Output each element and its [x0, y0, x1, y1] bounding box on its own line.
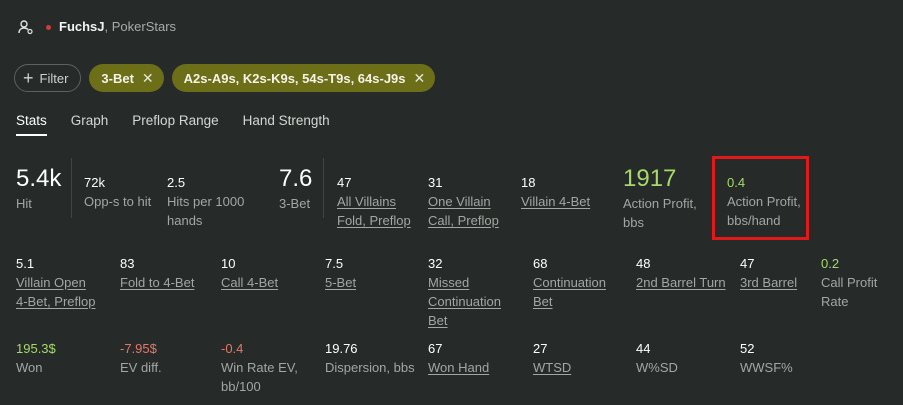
stat-value: 47: [740, 256, 755, 271]
stat-fold-to-4bet[interactable]: 83 Fold to 4-Bet: [120, 254, 210, 292]
divider: [71, 158, 72, 218]
stat-label[interactable]: Won Hand: [428, 358, 518, 377]
stat-wsd: 44 W%SD: [636, 339, 726, 377]
stat-label: Hit: [16, 196, 32, 211]
close-icon[interactable]: ✕: [414, 70, 426, 87]
tab-bar: Stats Graph Preflop Range Hand Strength: [16, 113, 330, 136]
stat-dispersion: 19.76 Dispersion, bbs: [325, 339, 415, 377]
stat-value: 10: [221, 256, 236, 271]
stat-value: 19.76: [325, 341, 358, 356]
stat-label[interactable]: Villain 4-Bet: [521, 192, 611, 211]
stat-missed-cbet[interactable]: 32 Missed Continuation Bet: [428, 254, 512, 330]
stat-value: 0.2: [821, 256, 840, 271]
stat-one-villain-call[interactable]: 31 One Villain Call, Preflop: [428, 173, 508, 230]
stat-value: 47: [337, 175, 352, 190]
stat-value: 83: [120, 256, 135, 271]
stat-label[interactable]: WTSD: [533, 358, 623, 377]
stat-label[interactable]: 3rd Barrel: [740, 273, 830, 292]
stat-value: 52: [740, 341, 755, 356]
stat-label[interactable]: Villain Open 4-Bet, Preflop: [16, 273, 96, 311]
stat-3bet: 7.6 3-Bet: [279, 164, 319, 213]
stat-label: Opp-s to hit: [84, 194, 152, 209]
tab-preflop-range[interactable]: Preflop Range: [132, 113, 218, 136]
stat-value: 32: [428, 256, 443, 271]
stat-2nd-barrel[interactable]: 48 2nd Barrel Turn: [636, 254, 726, 292]
stat-label[interactable]: All Villains Fold, Preflop: [337, 192, 421, 230]
chip-label: A2s-A9s, K2s-K9s, 54s-T9s, 64s-J9s: [183, 70, 406, 86]
stat-won-hand[interactable]: 67 Won Hand: [428, 339, 518, 377]
stat-action-profit: 1917 Action Profit, bbs: [623, 164, 705, 232]
highlight-box: [712, 156, 809, 240]
stat-5bet[interactable]: 7.5 5-Bet: [325, 254, 415, 292]
stat-ev-diff: -7.95$ EV diff.: [120, 339, 210, 377]
stat-label: Win Rate EV, bb/100: [221, 360, 298, 394]
divider: [323, 158, 324, 218]
stat-label[interactable]: 5-Bet: [325, 273, 415, 292]
stat-value: 2.5: [167, 175, 186, 190]
stat-all-villains-fold[interactable]: 47 All Villains Fold, Preflop: [337, 173, 421, 230]
user-settings-icon[interactable]: [18, 19, 34, 35]
stat-label: Call Profit Rate: [821, 275, 878, 309]
stat-value: 5.4k: [16, 165, 62, 192]
stat-call-4bet[interactable]: 10 Call 4-Bet: [221, 254, 311, 292]
stat-call-profit-rate: 0.2 Call Profit Rate: [821, 254, 901, 311]
stat-label: Action Profit, bbs: [623, 196, 697, 230]
tab-hand-strength[interactable]: Hand Strength: [243, 113, 330, 136]
stat-value: 1917: [623, 165, 677, 192]
add-filter-button[interactable]: + Filter: [14, 64, 82, 92]
stat-villain-4bet[interactable]: 18 Villain 4-Bet: [521, 173, 611, 211]
stat-value: 68: [533, 256, 548, 271]
stat-value: 72k: [84, 175, 105, 190]
stat-value: 5.1: [16, 256, 35, 271]
stat-value: 7.6: [279, 165, 313, 192]
stat-value: 18: [521, 175, 536, 190]
stat-villain-open-4bet[interactable]: 5.1 Villain Open 4-Bet, Preflop: [16, 254, 96, 311]
chip-label: 3-Bet: [101, 70, 134, 86]
filter-chip-range[interactable]: A2s-A9s, K2s-K9s, 54s-T9s, 64s-J9s ✕: [171, 64, 436, 92]
stat-value: 48: [636, 256, 651, 271]
stat-value: 27: [533, 341, 548, 356]
stat-label: 3-Bet: [279, 196, 311, 211]
tab-graph[interactable]: Graph: [71, 113, 109, 136]
stat-label: EV diff.: [120, 360, 162, 375]
stat-label: Dispersion, bbs: [325, 360, 415, 375]
stat-label[interactable]: 2nd Barrel Turn: [636, 273, 726, 292]
stat-label[interactable]: Continuation Bet: [533, 273, 623, 311]
stat-label: WWSF%: [740, 360, 793, 375]
stat-label: W%SD: [636, 360, 678, 375]
stat-label: Won: [16, 360, 43, 375]
stat-value: 31: [428, 175, 443, 190]
stat-value: -7.95$: [120, 341, 157, 356]
player-label[interactable]: FuchsJ, PokerStars: [59, 18, 176, 36]
stat-value: 67: [428, 341, 443, 356]
header: FuchsJ, PokerStars: [18, 16, 176, 38]
stat-won: 195.3$ Won: [16, 339, 106, 377]
stat-hit: 5.4k Hit: [16, 164, 68, 213]
plus-icon: +: [23, 68, 34, 88]
player-site: , PokerStars: [104, 19, 177, 34]
stat-win-rate-ev: -0.4 Win Rate EV, bb/100: [221, 339, 313, 396]
stat-value: 195.3$: [16, 341, 56, 356]
stat-label[interactable]: Call 4-Bet: [221, 273, 311, 292]
stat-wwsf: 52 WWSF%: [740, 339, 830, 377]
stat-3rd-barrel[interactable]: 47 3rd Barrel: [740, 254, 830, 292]
stat-opportunities: 72k Opp-s to hit: [84, 173, 164, 211]
stat-label[interactable]: Missed Continuation Bet: [428, 273, 512, 330]
stat-wtsd[interactable]: 27 WTSD: [533, 339, 623, 377]
stat-hits-per-1000: 2.5 Hits per 1000 hands: [167, 173, 259, 230]
status-dot: [46, 24, 51, 30]
player-name: FuchsJ: [59, 19, 105, 34]
stat-label: Hits per 1000 hands: [167, 194, 245, 228]
tab-stats[interactable]: Stats: [16, 113, 47, 136]
stat-cbet[interactable]: 68 Continuation Bet: [533, 254, 623, 311]
stat-value: 7.5: [325, 256, 344, 271]
stat-label[interactable]: Fold to 4-Bet: [120, 273, 210, 292]
stat-value: -0.4: [221, 341, 244, 356]
stat-label[interactable]: One Villain Call, Preflop: [428, 192, 508, 230]
filter-bar: + Filter 3-Bet ✕ A2s-A9s, K2s-K9s, 54s-T…: [14, 64, 436, 92]
filter-chip-3bet[interactable]: 3-Bet ✕: [89, 64, 164, 92]
filter-button-label: Filter: [39, 70, 69, 86]
close-icon[interactable]: ✕: [142, 70, 154, 87]
stat-value: 44: [636, 341, 651, 356]
